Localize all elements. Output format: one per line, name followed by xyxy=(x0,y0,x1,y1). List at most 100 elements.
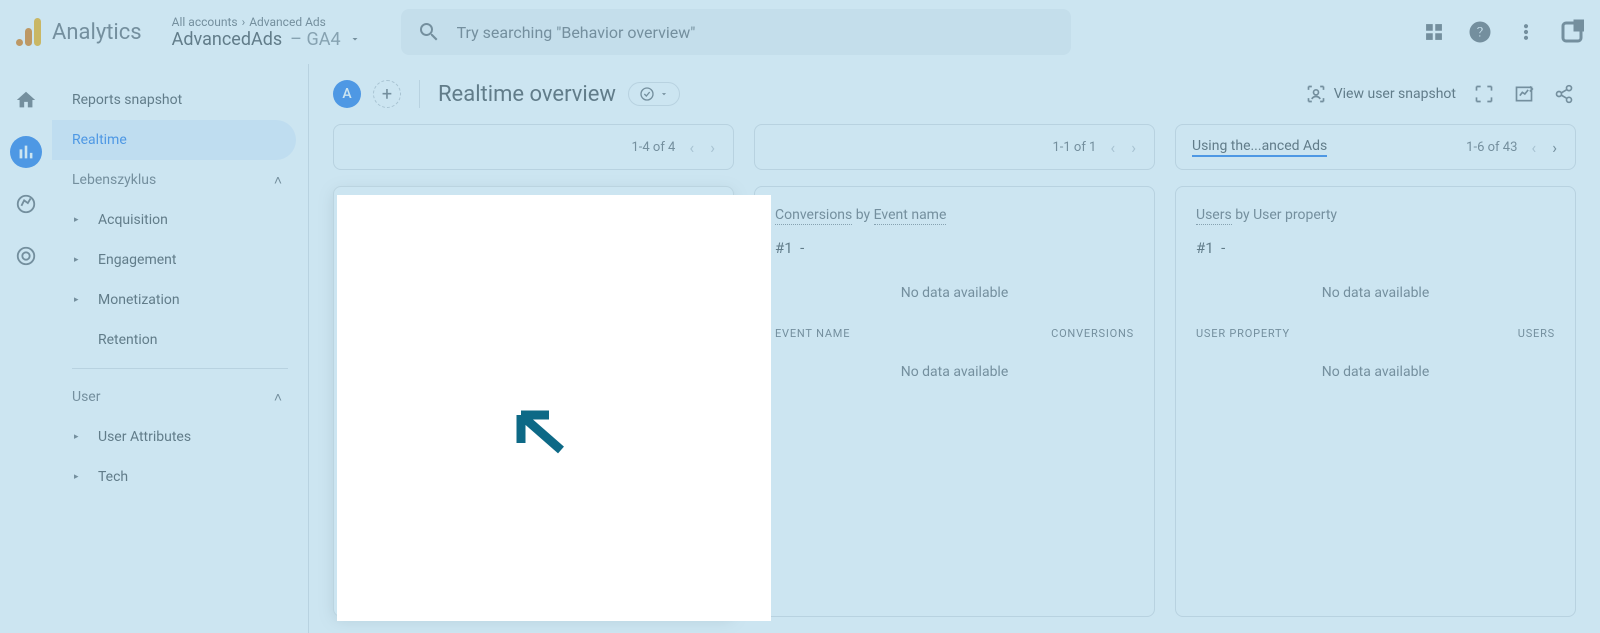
breadcrumb-child: Advanced Ads xyxy=(249,15,326,29)
top-event-rank: #1 Impressions xyxy=(354,239,713,257)
svg-text:?: ? xyxy=(1476,23,1483,41)
sidebar-group-lifecycle[interactable]: Lebenszyklus ˄ xyxy=(52,160,308,200)
chevron-right-icon: ▸ xyxy=(74,295,84,305)
chevron-right-icon: ▸ xyxy=(74,432,84,442)
pager-next-icon[interactable]: › xyxy=(1129,138,1138,157)
page-title: Realtime overview xyxy=(438,82,616,107)
chevron-up-icon: ˄ xyxy=(274,389,282,406)
partial-label: Using the...anced Ads xyxy=(1192,138,1327,157)
table-header: EVENT NAMECONVERSIONS xyxy=(775,321,1134,346)
more-vert-icon[interactable] xyxy=(1514,20,1538,44)
segment-avatar[interactable]: A xyxy=(333,80,361,108)
table-row[interactable]: scroll27 xyxy=(354,477,713,508)
table-row[interactable]: first_visit 21 xyxy=(354,508,713,539)
table-row[interactable]: Impressions112 xyxy=(354,353,713,384)
no-data-label: No data available xyxy=(775,285,1134,301)
top-event-count: 112 xyxy=(354,261,401,294)
account-selector[interactable]: All accounts › Advanced Ads AdvancedAds … xyxy=(172,15,361,50)
add-segment-button[interactable]: + xyxy=(373,80,401,108)
pager-text: 1-6 of 43 xyxy=(1466,140,1517,155)
rail-advertising-icon[interactable] xyxy=(10,240,42,272)
pager-prev-icon[interactable]: ‹ xyxy=(1108,138,1117,157)
sidebar-engagement[interactable]: ▸Engagement xyxy=(52,240,296,280)
chevron-right-icon: ▸ xyxy=(74,255,84,265)
analytics-logo[interactable]: Analytics xyxy=(16,18,142,46)
pager-prev-icon[interactable]: ‹ xyxy=(685,581,693,596)
view-user-snapshot-button[interactable]: View user snapshot xyxy=(1306,84,1456,104)
pager-next-icon[interactable]: › xyxy=(1550,138,1559,157)
top-card-2: 1-1 of 1 ‹ › xyxy=(754,124,1155,170)
chevron-right-icon: › xyxy=(242,15,246,29)
top-rank: #1 - xyxy=(775,239,1134,257)
sidebar-monetization[interactable]: ▸Monetization xyxy=(52,280,296,320)
event-count: 65 xyxy=(697,423,713,439)
rail-home-icon[interactable] xyxy=(10,84,42,116)
sidebar-retention[interactable]: ▸Retention xyxy=(52,320,296,360)
card-title: Event count by Event name xyxy=(354,207,713,223)
pager-prev-icon[interactable]: ‹ xyxy=(687,138,696,157)
rail-explore-icon[interactable] xyxy=(10,188,42,220)
sidebar-realtime[interactable]: Realtime xyxy=(52,120,296,160)
table-row[interactable]: page_view77 xyxy=(354,384,713,415)
property-name: AdvancedAds xyxy=(172,29,283,50)
card-title: Users by User property xyxy=(1196,207,1555,223)
help-icon[interactable]: ? xyxy=(1468,20,1492,44)
pager-next-icon[interactable]: › xyxy=(705,581,713,596)
chevron-right-icon: ▸ xyxy=(74,472,84,482)
table-row[interactable]: user_engagement 65 xyxy=(354,415,713,446)
sidebar: Reports snapshot Realtime Lebenszyklus ˄… xyxy=(52,64,308,633)
fullscreen-icon[interactable] xyxy=(1472,82,1496,106)
conversions-card: Conversions by Event name #1 - No data a… xyxy=(754,186,1155,617)
event-name: Impressions xyxy=(354,361,431,377)
breadcrumb: All accounts › Advanced Ads xyxy=(172,15,361,29)
search-icon xyxy=(417,20,441,44)
check-circle-icon xyxy=(639,86,655,102)
search-placeholder: Try searching "Behavior overview" xyxy=(457,23,696,42)
event-name: page_view xyxy=(354,392,419,408)
sidebar-acquisition[interactable]: ▸Acquisition xyxy=(52,200,296,240)
table-row[interactable]: session_start 35 xyxy=(354,446,713,477)
analytics-logo-icon xyxy=(16,18,44,46)
event-count-card: Event count by Event name #1 Impressions… xyxy=(333,186,734,617)
sidebar-group-user[interactable]: User ˄ xyxy=(52,377,308,417)
pager-next-icon[interactable]: › xyxy=(708,138,717,157)
edit-chart-icon[interactable] xyxy=(1512,82,1536,106)
sparkline-chart xyxy=(417,264,713,308)
no-data-label: No data available xyxy=(1196,364,1555,380)
page-title-dropdown[interactable] xyxy=(628,82,680,106)
top-card-3: Using the...anced Ads 1-6 of 43 ‹ › xyxy=(1175,124,1576,170)
card-title: Conversions by Event name xyxy=(775,207,1134,223)
top-event-pct: 32.94% xyxy=(354,294,401,308)
event-name: session_start xyxy=(354,454,438,470)
card-pager: 1-6 of 8 ‹ › xyxy=(354,571,713,596)
event-name: user_engagement xyxy=(354,423,465,439)
pager-text: 1-4 of 4 xyxy=(631,140,675,155)
nav-rail xyxy=(0,64,52,633)
sidebar-reports-snapshot[interactable]: Reports snapshot xyxy=(52,80,296,120)
apps-icon[interactable] xyxy=(1422,20,1446,44)
event-count: 27 xyxy=(697,485,713,501)
sidebar-tech[interactable]: ▸Tech xyxy=(52,457,296,497)
search-input[interactable]: Try searching "Behavior overview" xyxy=(401,9,1071,55)
pager-text: 1-1 of 1 xyxy=(1052,140,1096,155)
account-icon[interactable] xyxy=(1560,20,1584,44)
property-suffix: – GA4 xyxy=(290,29,340,50)
user-snapshot-icon xyxy=(1306,84,1326,104)
analytics-logo-text: Analytics xyxy=(52,20,142,45)
no-data-label: No data available xyxy=(1196,285,1555,301)
top-rank: #1 - xyxy=(1196,239,1555,257)
event-count: 21 xyxy=(697,516,713,532)
sidebar-user-attributes[interactable]: ▸User Attributes xyxy=(52,417,296,457)
top-card-1: 1-4 of 4 ‹ › xyxy=(333,124,734,170)
share-icon[interactable] xyxy=(1552,82,1576,106)
breadcrumb-parent: All accounts xyxy=(172,15,238,29)
pager-prev-icon[interactable]: ‹ xyxy=(1529,138,1538,157)
table-header: USER PROPERTYUSERS xyxy=(1196,321,1555,346)
dropdown-caret-icon xyxy=(349,33,361,45)
dropdown-caret-icon xyxy=(659,89,669,99)
event-name: first_visit xyxy=(354,516,410,532)
rail-reports-icon[interactable] xyxy=(10,136,42,168)
event-count: 35 xyxy=(697,454,713,470)
no-data-label: No data available xyxy=(775,364,1134,380)
chevron-right-icon: ▸ xyxy=(74,215,84,225)
